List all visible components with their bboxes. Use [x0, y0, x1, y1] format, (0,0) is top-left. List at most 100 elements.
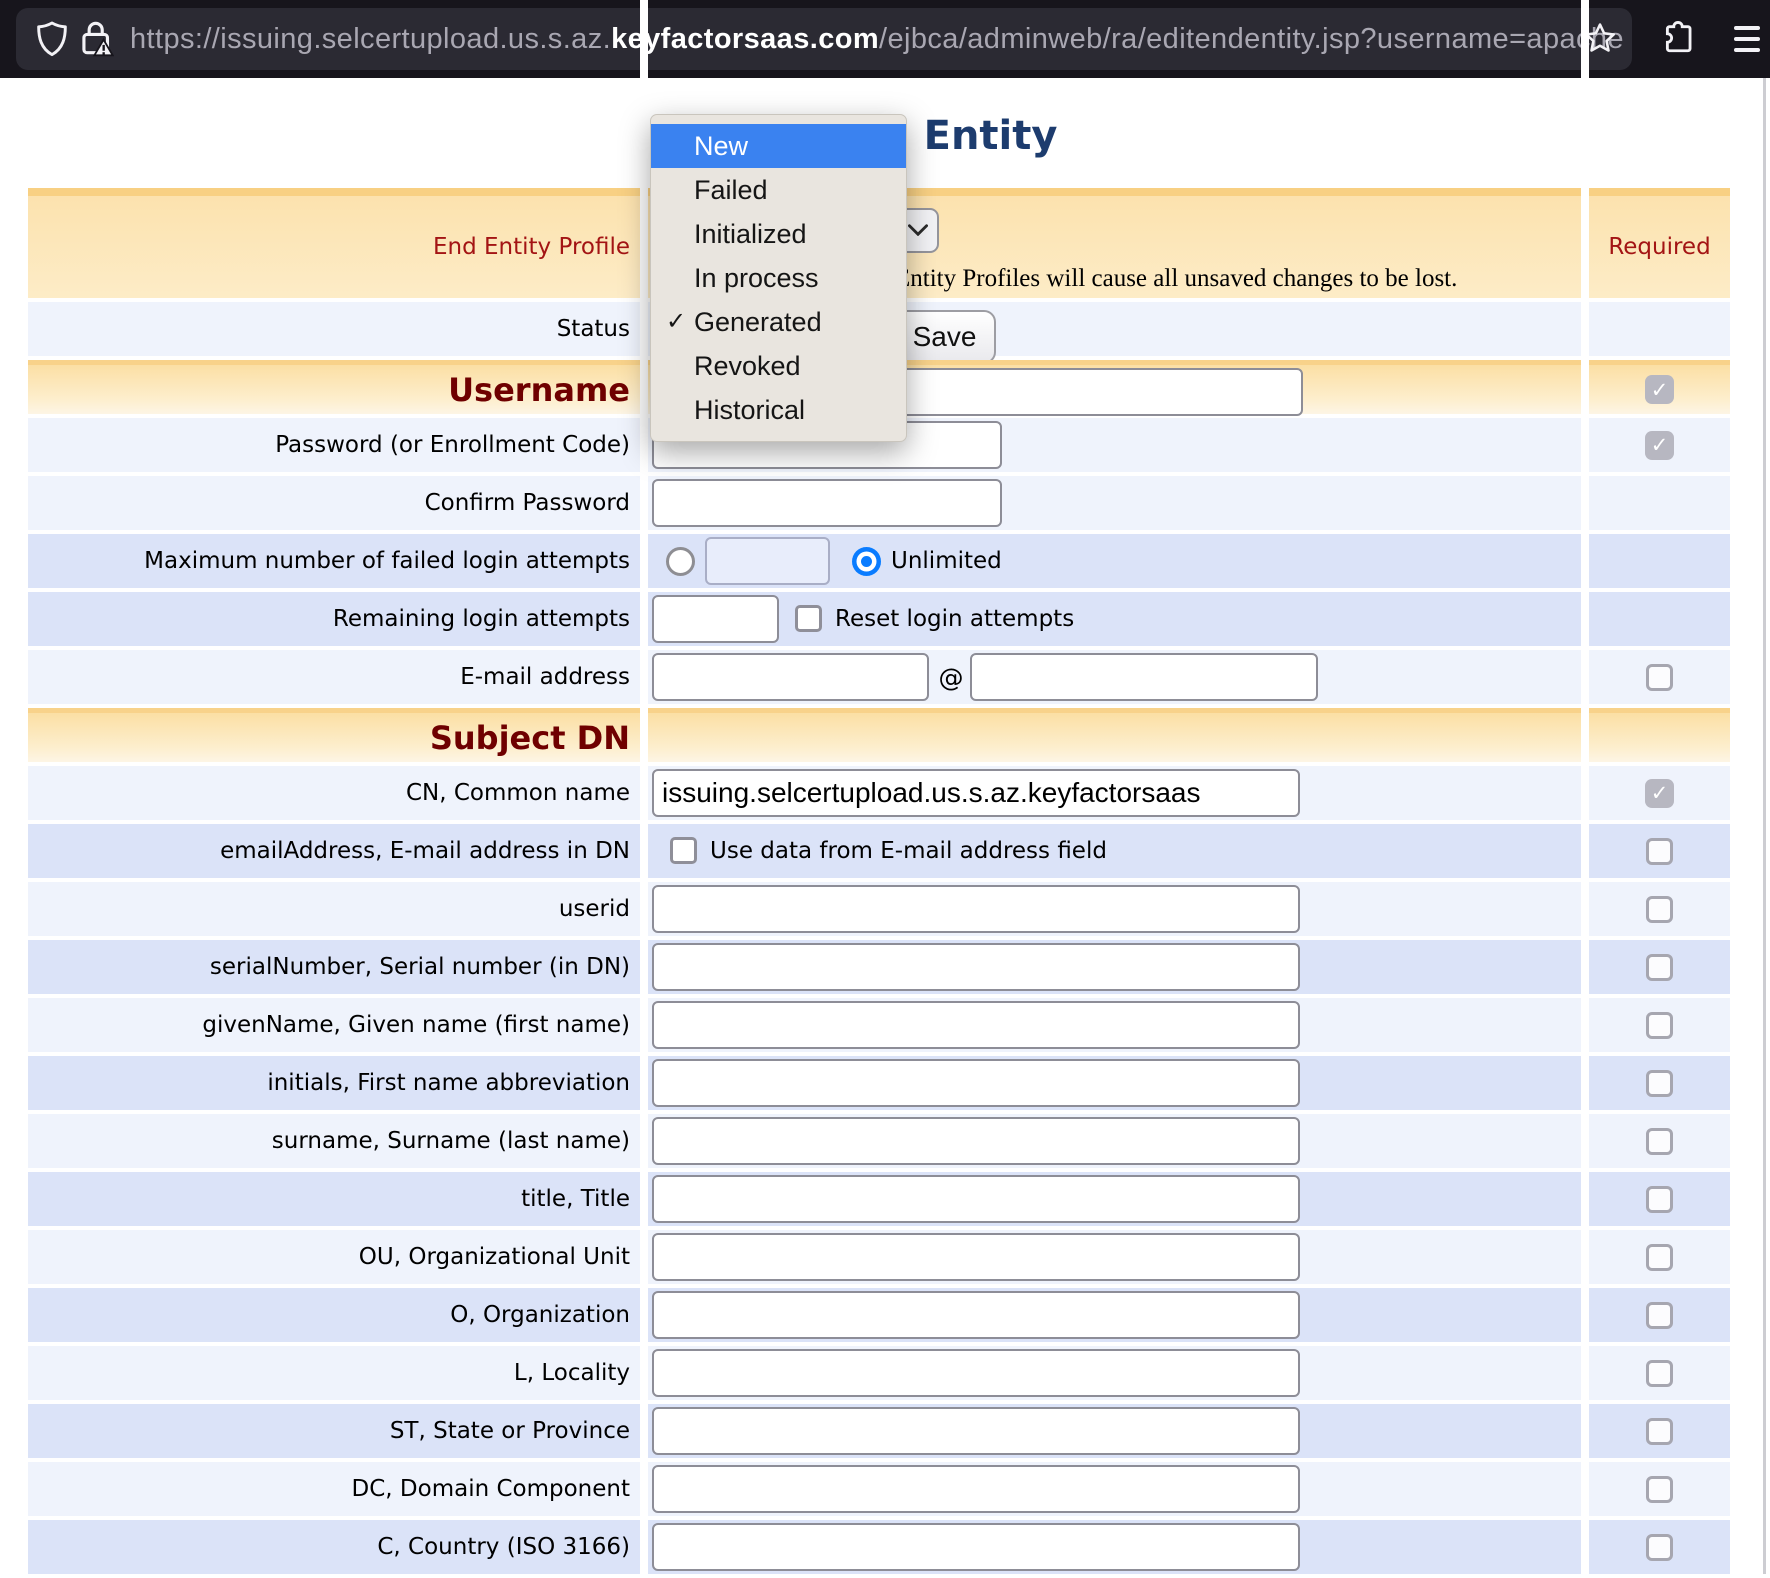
required-checkbox[interactable] — [1646, 1128, 1673, 1155]
required-checkbox-checked[interactable]: ✓ — [1645, 779, 1674, 808]
row-label-serialnumber: serialNumber, Serial number (in DN) — [28, 940, 640, 994]
menu-item-historical[interactable]: Historical — [651, 388, 906, 432]
row-label-initials: initials, First name abbreviation — [28, 1056, 640, 1110]
row-label-c: C, Country (ISO 3166) — [28, 1520, 640, 1574]
confirm-password-input[interactable] — [652, 479, 1002, 527]
row-label-end-entity-profile: End Entity Profile — [28, 196, 640, 298]
row-label-confirm-password: Confirm Password — [28, 476, 640, 530]
required-cell-username: ✓ — [1589, 365, 1730, 414]
save-button[interactable]: Save — [893, 310, 996, 364]
table-row-surname: surname, Surname (last name) — [28, 1114, 1730, 1168]
row-label-subject-dn: Subject DN — [28, 713, 640, 762]
row-content-confirm-password — [648, 476, 1581, 530]
menu-item-failed[interactable]: Failed — [651, 168, 906, 212]
menu-item-initialized[interactable]: Initialized — [651, 212, 906, 256]
menu-item-generated[interactable]: ✓Generated — [651, 300, 906, 344]
required-cell-max-failed-logins — [1589, 534, 1730, 588]
extensions-puzzle-icon[interactable] — [1661, 20, 1695, 60]
required-checkbox[interactable] — [1646, 1534, 1673, 1561]
required-checkbox[interactable] — [1646, 1186, 1673, 1213]
required-checkbox[interactable] — [1646, 1244, 1673, 1271]
menu-item-new[interactable]: New — [651, 124, 906, 168]
column-divider — [640, 0, 648, 1574]
required-cell-dc — [1589, 1462, 1730, 1516]
row-label-st: ST, State or Province — [28, 1404, 640, 1458]
email-domain-input[interactable] — [970, 653, 1318, 701]
max-attempts-value-radio[interactable] — [666, 547, 695, 576]
remaining-attempts-input[interactable] — [652, 595, 779, 643]
row-label-password: Password (or Enrollment Code) — [28, 418, 640, 472]
dc-input[interactable] — [652, 1465, 1300, 1513]
required-checkbox[interactable] — [1646, 954, 1673, 981]
required-checkbox[interactable] — [1646, 664, 1673, 691]
row-content-c — [648, 1520, 1581, 1574]
required-checkbox-checked[interactable]: ✓ — [1645, 431, 1674, 460]
row-label-email-dn: emailAddress, E-mail address in DN — [28, 824, 640, 878]
surname-input[interactable] — [652, 1117, 1300, 1165]
userid-input[interactable] — [652, 885, 1300, 933]
table-row-remaining-logins: Remaining login attempts Reset login atte… — [28, 592, 1730, 646]
menu-item-revoked[interactable]: Revoked — [651, 344, 906, 388]
required-cell-status — [1589, 302, 1730, 356]
table-row-email-address: E-mail address@ — [28, 650, 1730, 704]
table-row-max-failed-logins: Maximum number of failed login attemptsU… — [28, 534, 1730, 588]
required-cell-serialnumber — [1589, 940, 1730, 994]
use-email-data-checkbox[interactable] — [670, 837, 697, 864]
row-label-surname: surname, Surname (last name) — [28, 1114, 640, 1168]
max-attempts-input[interactable] — [705, 537, 830, 585]
required-checkbox[interactable] — [1646, 1360, 1673, 1387]
required-checkbox[interactable] — [1646, 1476, 1673, 1503]
table-row-email-dn: emailAddress, E-mail address in DN Use da… — [28, 824, 1730, 878]
required-cell-o — [1589, 1288, 1730, 1342]
row-content-initials — [648, 1056, 1581, 1110]
required-cell-surname — [1589, 1114, 1730, 1168]
row-label-max-failed-logins: Maximum number of failed login attempts — [28, 534, 640, 588]
givenname-input[interactable] — [652, 1001, 1300, 1049]
row-label-givenname: givenName, Given name (first name) — [28, 998, 640, 1052]
reset-login-attempts-label: Reset login attempts — [835, 592, 1074, 646]
scrollbar-track[interactable] — [1763, 78, 1766, 1574]
st-input[interactable] — [652, 1407, 1300, 1455]
lock-warning-icon[interactable] — [80, 20, 114, 62]
initials-input[interactable] — [652, 1059, 1300, 1107]
reset-login-attempts-checkbox[interactable] — [795, 605, 822, 632]
required-checkbox[interactable] — [1646, 1012, 1673, 1039]
row-label-title: title, Title — [28, 1172, 640, 1226]
required-cell-title — [1589, 1172, 1730, 1226]
row-content-l — [648, 1346, 1581, 1400]
row-content-givenname — [648, 998, 1581, 1052]
row-content-remaining-logins: Reset login attempts — [648, 592, 1581, 646]
required-cell-userid — [1589, 882, 1730, 936]
ou-input[interactable] — [652, 1233, 1300, 1281]
table-row-initials: initials, First name abbreviation — [28, 1056, 1730, 1110]
required-checkbox[interactable] — [1646, 1070, 1673, 1097]
menu-hamburger-icon[interactable] — [1734, 26, 1760, 52]
unlimited-radio[interactable] — [852, 547, 881, 576]
required-cell-ou — [1589, 1230, 1730, 1284]
menu-item-in-process[interactable]: In process — [651, 256, 906, 300]
required-checkbox[interactable] — [1646, 896, 1673, 923]
required-checkbox[interactable] — [1646, 1418, 1673, 1445]
row-label-email-address: E-mail address — [28, 650, 640, 704]
common-name-input[interactable]: issuing.selcertupload.us.s.az.keyfactors… — [652, 769, 1300, 817]
serialnumber-input[interactable] — [652, 943, 1300, 991]
c-input[interactable] — [652, 1523, 1300, 1571]
l-input[interactable] — [652, 1349, 1300, 1397]
row-content-max-failed-logins: Unlimited — [648, 534, 1581, 588]
required-checkbox[interactable] — [1646, 838, 1673, 865]
use-email-data-label: Use data from E-mail address field — [710, 824, 1107, 878]
row-label-o: O, Organization — [28, 1288, 640, 1342]
table-row-confirm-password: Confirm Password — [28, 476, 1730, 530]
o-input[interactable] — [652, 1291, 1300, 1339]
status-dropdown-menu: NewFailedInitializedIn process✓Generated… — [650, 114, 907, 442]
required-checkbox-checked[interactable]: ✓ — [1645, 375, 1674, 404]
required-cell-givenname — [1589, 998, 1730, 1052]
required-cell-initials — [1589, 1056, 1730, 1110]
email-local-part-input[interactable] — [652, 653, 929, 701]
column-divider — [1581, 0, 1589, 1574]
row-label-remaining-logins: Remaining login attempts — [28, 592, 640, 646]
required-checkbox[interactable] — [1646, 1302, 1673, 1329]
title-input[interactable] — [652, 1175, 1300, 1223]
url-text[interactable]: https://issuing.selcertupload.us.s.az.ke… — [130, 0, 1624, 78]
shield-icon[interactable] — [36, 21, 68, 61]
